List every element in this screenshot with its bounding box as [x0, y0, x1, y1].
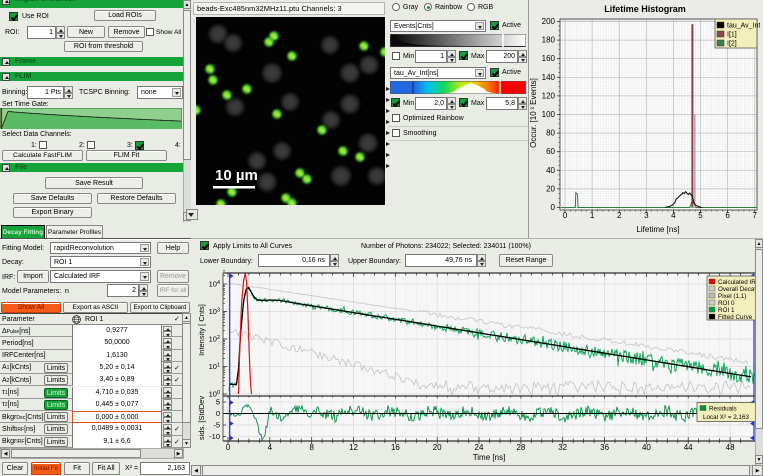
svg-text:36: 36 [600, 443, 609, 452]
svg-text:4: 4 [671, 211, 676, 220]
svg-text:48: 48 [726, 443, 735, 452]
svg-text:Calculated IRF: Calculated IRF [718, 279, 760, 286]
svg-text:32: 32 [558, 443, 567, 452]
svg-text:Time [ns]: Time [ns] [473, 453, 506, 462]
svg-text:60: 60 [546, 147, 555, 156]
svg-text:8: 8 [309, 443, 314, 452]
svg-text:16: 16 [391, 443, 400, 452]
svg-text:7: 7 [752, 211, 757, 220]
svg-text:180: 180 [542, 36, 556, 45]
svg-text:200: 200 [542, 17, 556, 26]
svg-text:103: 103 [209, 307, 220, 316]
svg-text:-5: -5 [213, 421, 220, 430]
svg-text:80: 80 [546, 129, 555, 138]
svg-text:20: 20 [546, 184, 555, 193]
svg-text:5: 5 [216, 398, 220, 407]
svg-text:tau_Av_Int: tau_Av_Int [727, 23, 760, 30]
svg-text:28: 28 [516, 443, 525, 452]
svg-text:Lifetime [ns]: Lifetime [ns] [636, 225, 679, 234]
svg-text:Fitted Curve: Fitted Curve [718, 314, 753, 321]
svg-text:Local X² = 2,163: Local X² = 2,163 [703, 414, 750, 421]
svg-text:0: 0 [226, 443, 231, 452]
svg-text:Lifetime Histogram: Lifetime Histogram [604, 4, 686, 14]
svg-text:Pixel (1,1): Pixel (1,1) [718, 293, 746, 300]
svg-text:12: 12 [349, 443, 358, 452]
svg-text:40: 40 [546, 166, 555, 175]
svg-text:44: 44 [684, 443, 693, 452]
svg-text:I[1]: I[1] [727, 32, 737, 39]
svg-text:2: 2 [617, 211, 622, 220]
svg-text:-10: -10 [209, 432, 220, 441]
svg-text:ROI 0: ROI 0 [718, 300, 735, 307]
svg-text:160: 160 [542, 54, 556, 63]
svg-text:0: 0 [551, 203, 556, 212]
svg-text:Intensity [ Cnts]: Intensity [ Cnts] [197, 304, 206, 356]
svg-text:6: 6 [725, 211, 730, 220]
svg-text:102: 102 [209, 335, 220, 344]
svg-text:I[2]: I[2] [727, 41, 737, 48]
svg-text:Residuals: Residuals [709, 405, 737, 412]
svg-text:140: 140 [542, 73, 556, 82]
svg-text:ROI 1: ROI 1 [718, 307, 735, 314]
svg-text:20: 20 [433, 443, 442, 452]
svg-text:40: 40 [642, 443, 651, 452]
svg-text:4: 4 [268, 443, 273, 452]
svg-text:120: 120 [542, 91, 556, 100]
svg-text:0: 0 [563, 211, 568, 220]
svg-text:104: 104 [209, 280, 220, 289]
svg-text:100: 100 [542, 110, 556, 119]
svg-text:101: 101 [209, 362, 220, 371]
svg-text:5: 5 [698, 211, 703, 220]
svg-text:Overall Decay: Overall Decay [718, 286, 758, 293]
svg-text:1: 1 [590, 211, 595, 220]
svg-text:3: 3 [644, 211, 649, 220]
svg-text:10 µm: 10 µm [215, 167, 258, 184]
svg-text:Occur. [10 ³ Events]: Occur. [10 ³ Events] [529, 78, 538, 148]
svg-text:0: 0 [216, 409, 220, 418]
svg-text:24: 24 [475, 443, 484, 452]
svg-text:sids. [StdDev: sids. [StdDev [197, 396, 206, 440]
